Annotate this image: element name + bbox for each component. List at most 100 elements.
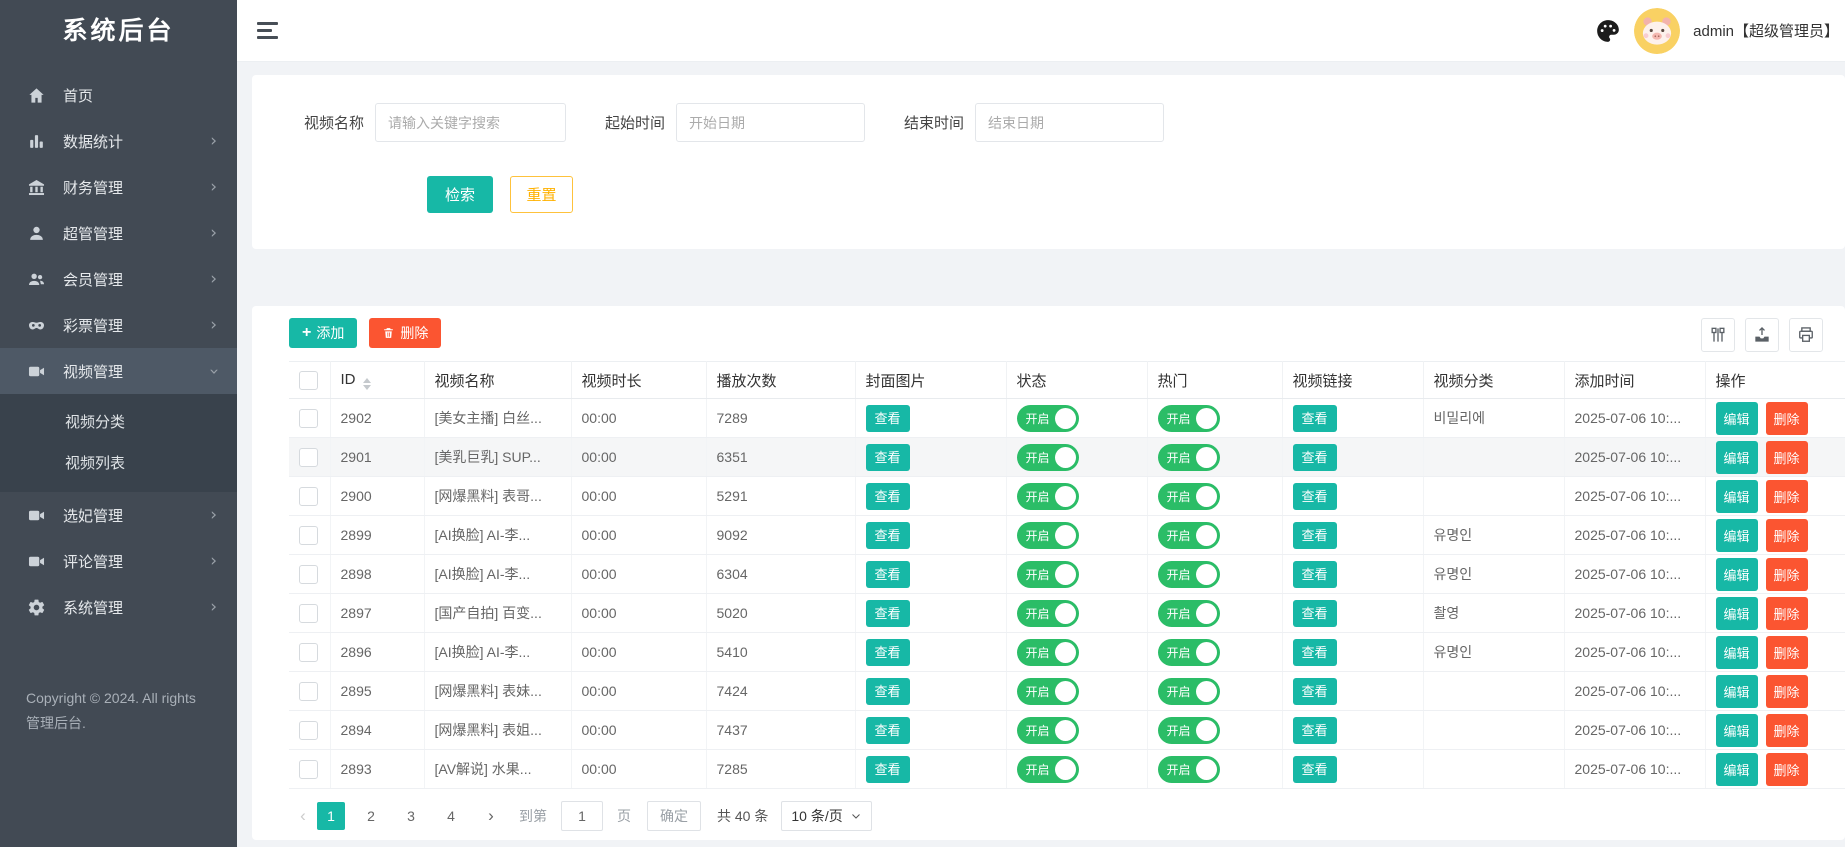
status-toggle[interactable]: 开启: [1016, 404, 1079, 432]
row-checkbox[interactable]: [299, 642, 318, 662]
next-page-icon[interactable]: ›: [477, 802, 505, 830]
end-date-input[interactable]: [975, 103, 1165, 142]
status-toggle[interactable]: 开启: [1016, 482, 1079, 510]
column-header-0[interactable]: ID: [330, 361, 425, 399]
delete-button[interactable]: 删除: [1765, 401, 1808, 435]
sort-icon[interactable]: [362, 377, 371, 390]
edit-button[interactable]: 编辑: [1715, 752, 1758, 786]
goto-page-input[interactable]: [561, 801, 603, 831]
sidebar-item-5[interactable]: 彩票管理 ›: [0, 302, 237, 348]
sidebar-item-9[interactable]: 系统管理 ›: [0, 584, 237, 630]
hot-toggle[interactable]: 开启: [1157, 404, 1220, 432]
sidebar-item-2[interactable]: 财务管理 ›: [0, 164, 237, 210]
current-user[interactable]: admin【超级管理员】: [1693, 20, 1839, 41]
edit-button[interactable]: 编辑: [1715, 518, 1758, 552]
link-view-button[interactable]: 查看: [1292, 599, 1337, 627]
video-name-input[interactable]: [375, 103, 567, 142]
link-view-button[interactable]: 查看: [1292, 521, 1337, 549]
row-checkbox[interactable]: [299, 681, 318, 701]
link-view-button[interactable]: 查看: [1292, 560, 1337, 588]
goto-confirm-button[interactable]: 确定: [647, 801, 701, 831]
sidebar-item-8[interactable]: 评论管理 ›: [0, 538, 237, 584]
status-toggle[interactable]: 开启: [1016, 716, 1079, 744]
per-page-select[interactable]: 10 条/页: [781, 801, 872, 831]
hot-toggle[interactable]: 开启: [1157, 599, 1220, 627]
link-view-button[interactable]: 查看: [1292, 443, 1337, 471]
status-toggle[interactable]: 开启: [1016, 755, 1079, 783]
status-toggle[interactable]: 开启: [1016, 521, 1079, 549]
edit-button[interactable]: 编辑: [1715, 635, 1758, 669]
link-view-button[interactable]: 查看: [1292, 638, 1337, 666]
row-checkbox[interactable]: [299, 720, 318, 740]
cover-view-button[interactable]: 查看: [865, 404, 910, 432]
row-checkbox[interactable]: [299, 486, 318, 506]
edit-button[interactable]: 编辑: [1715, 713, 1758, 747]
cover-view-button[interactable]: 查看: [865, 716, 910, 744]
menu-icon[interactable]: [257, 20, 283, 42]
palette-icon[interactable]: [1595, 18, 1621, 44]
bulk-delete-button[interactable]: 删除: [369, 318, 442, 348]
cover-view-button[interactable]: 查看: [865, 677, 910, 705]
delete-button[interactable]: 删除: [1765, 635, 1808, 669]
page-number-1[interactable]: 1: [317, 802, 345, 830]
delete-button[interactable]: 删除: [1765, 752, 1808, 786]
page-number-2[interactable]: 2: [357, 802, 385, 830]
status-toggle[interactable]: 开启: [1016, 443, 1079, 471]
cover-view-button[interactable]: 查看: [865, 521, 910, 549]
row-checkbox[interactable]: [299, 408, 318, 428]
hot-toggle[interactable]: 开启: [1157, 560, 1220, 588]
delete-button[interactable]: 删除: [1765, 518, 1808, 552]
delete-button[interactable]: 删除: [1765, 713, 1808, 747]
select-all-checkbox[interactable]: [299, 370, 318, 390]
hot-toggle[interactable]: 开启: [1157, 482, 1220, 510]
row-checkbox[interactable]: [299, 603, 318, 623]
sidebar-item-0[interactable]: 首页: [0, 72, 237, 118]
delete-button[interactable]: 删除: [1765, 479, 1808, 513]
status-toggle[interactable]: 开启: [1016, 638, 1079, 666]
sidebar-item-7[interactable]: 选妃管理 ›: [0, 492, 237, 538]
cover-view-button[interactable]: 查看: [865, 755, 910, 783]
cover-view-button[interactable]: 查看: [865, 638, 910, 666]
link-view-button[interactable]: 查看: [1292, 482, 1337, 510]
avatar[interactable]: [1634, 7, 1681, 54]
sidebar-item-1[interactable]: 数据统计 ›: [0, 118, 237, 164]
status-toggle[interactable]: 开启: [1016, 560, 1079, 588]
row-checkbox[interactable]: [299, 447, 318, 467]
link-view-button[interactable]: 查看: [1292, 677, 1337, 705]
print-icon[interactable]: [1789, 318, 1823, 352]
row-checkbox[interactable]: [299, 759, 318, 779]
export-icon[interactable]: [1745, 318, 1779, 352]
columns-icon[interactable]: [1701, 318, 1735, 352]
delete-button[interactable]: 删除: [1765, 557, 1808, 591]
sidebar-item-6[interactable]: 视频管理 ›: [0, 348, 237, 394]
delete-button[interactable]: 删除: [1765, 596, 1808, 630]
start-date-input[interactable]: [676, 103, 866, 142]
edit-button[interactable]: 编辑: [1715, 596, 1758, 630]
sidebar-subitem-1[interactable]: 视频列表: [0, 443, 237, 484]
cover-view-button[interactable]: 查看: [865, 443, 910, 471]
row-checkbox[interactable]: [299, 564, 318, 584]
page-number-3[interactable]: 3: [397, 802, 425, 830]
link-view-button[interactable]: 查看: [1292, 716, 1337, 744]
edit-button[interactable]: 编辑: [1715, 440, 1758, 474]
cover-view-button[interactable]: 查看: [865, 560, 910, 588]
edit-button[interactable]: 编辑: [1715, 479, 1758, 513]
sidebar-subitem-0[interactable]: 视频分类: [0, 402, 237, 443]
status-toggle[interactable]: 开启: [1016, 677, 1079, 705]
hot-toggle[interactable]: 开启: [1157, 638, 1220, 666]
sidebar-item-4[interactable]: 会员管理 ›: [0, 256, 237, 302]
hot-toggle[interactable]: 开启: [1157, 716, 1220, 744]
edit-button[interactable]: 编辑: [1715, 401, 1758, 435]
search-button[interactable]: 检索: [427, 176, 493, 213]
link-view-button[interactable]: 查看: [1292, 755, 1337, 783]
cover-view-button[interactable]: 查看: [865, 599, 910, 627]
delete-button[interactable]: 删除: [1765, 440, 1808, 474]
hot-toggle[interactable]: 开启: [1157, 443, 1220, 471]
add-button[interactable]: + 添加: [289, 318, 358, 348]
delete-button[interactable]: 删除: [1765, 674, 1808, 708]
hot-toggle[interactable]: 开启: [1157, 521, 1220, 549]
cover-view-button[interactable]: 查看: [865, 482, 910, 510]
link-view-button[interactable]: 查看: [1292, 404, 1337, 432]
reset-button[interactable]: 重置: [510, 176, 573, 213]
prev-page-icon[interactable]: ‹: [289, 802, 317, 830]
